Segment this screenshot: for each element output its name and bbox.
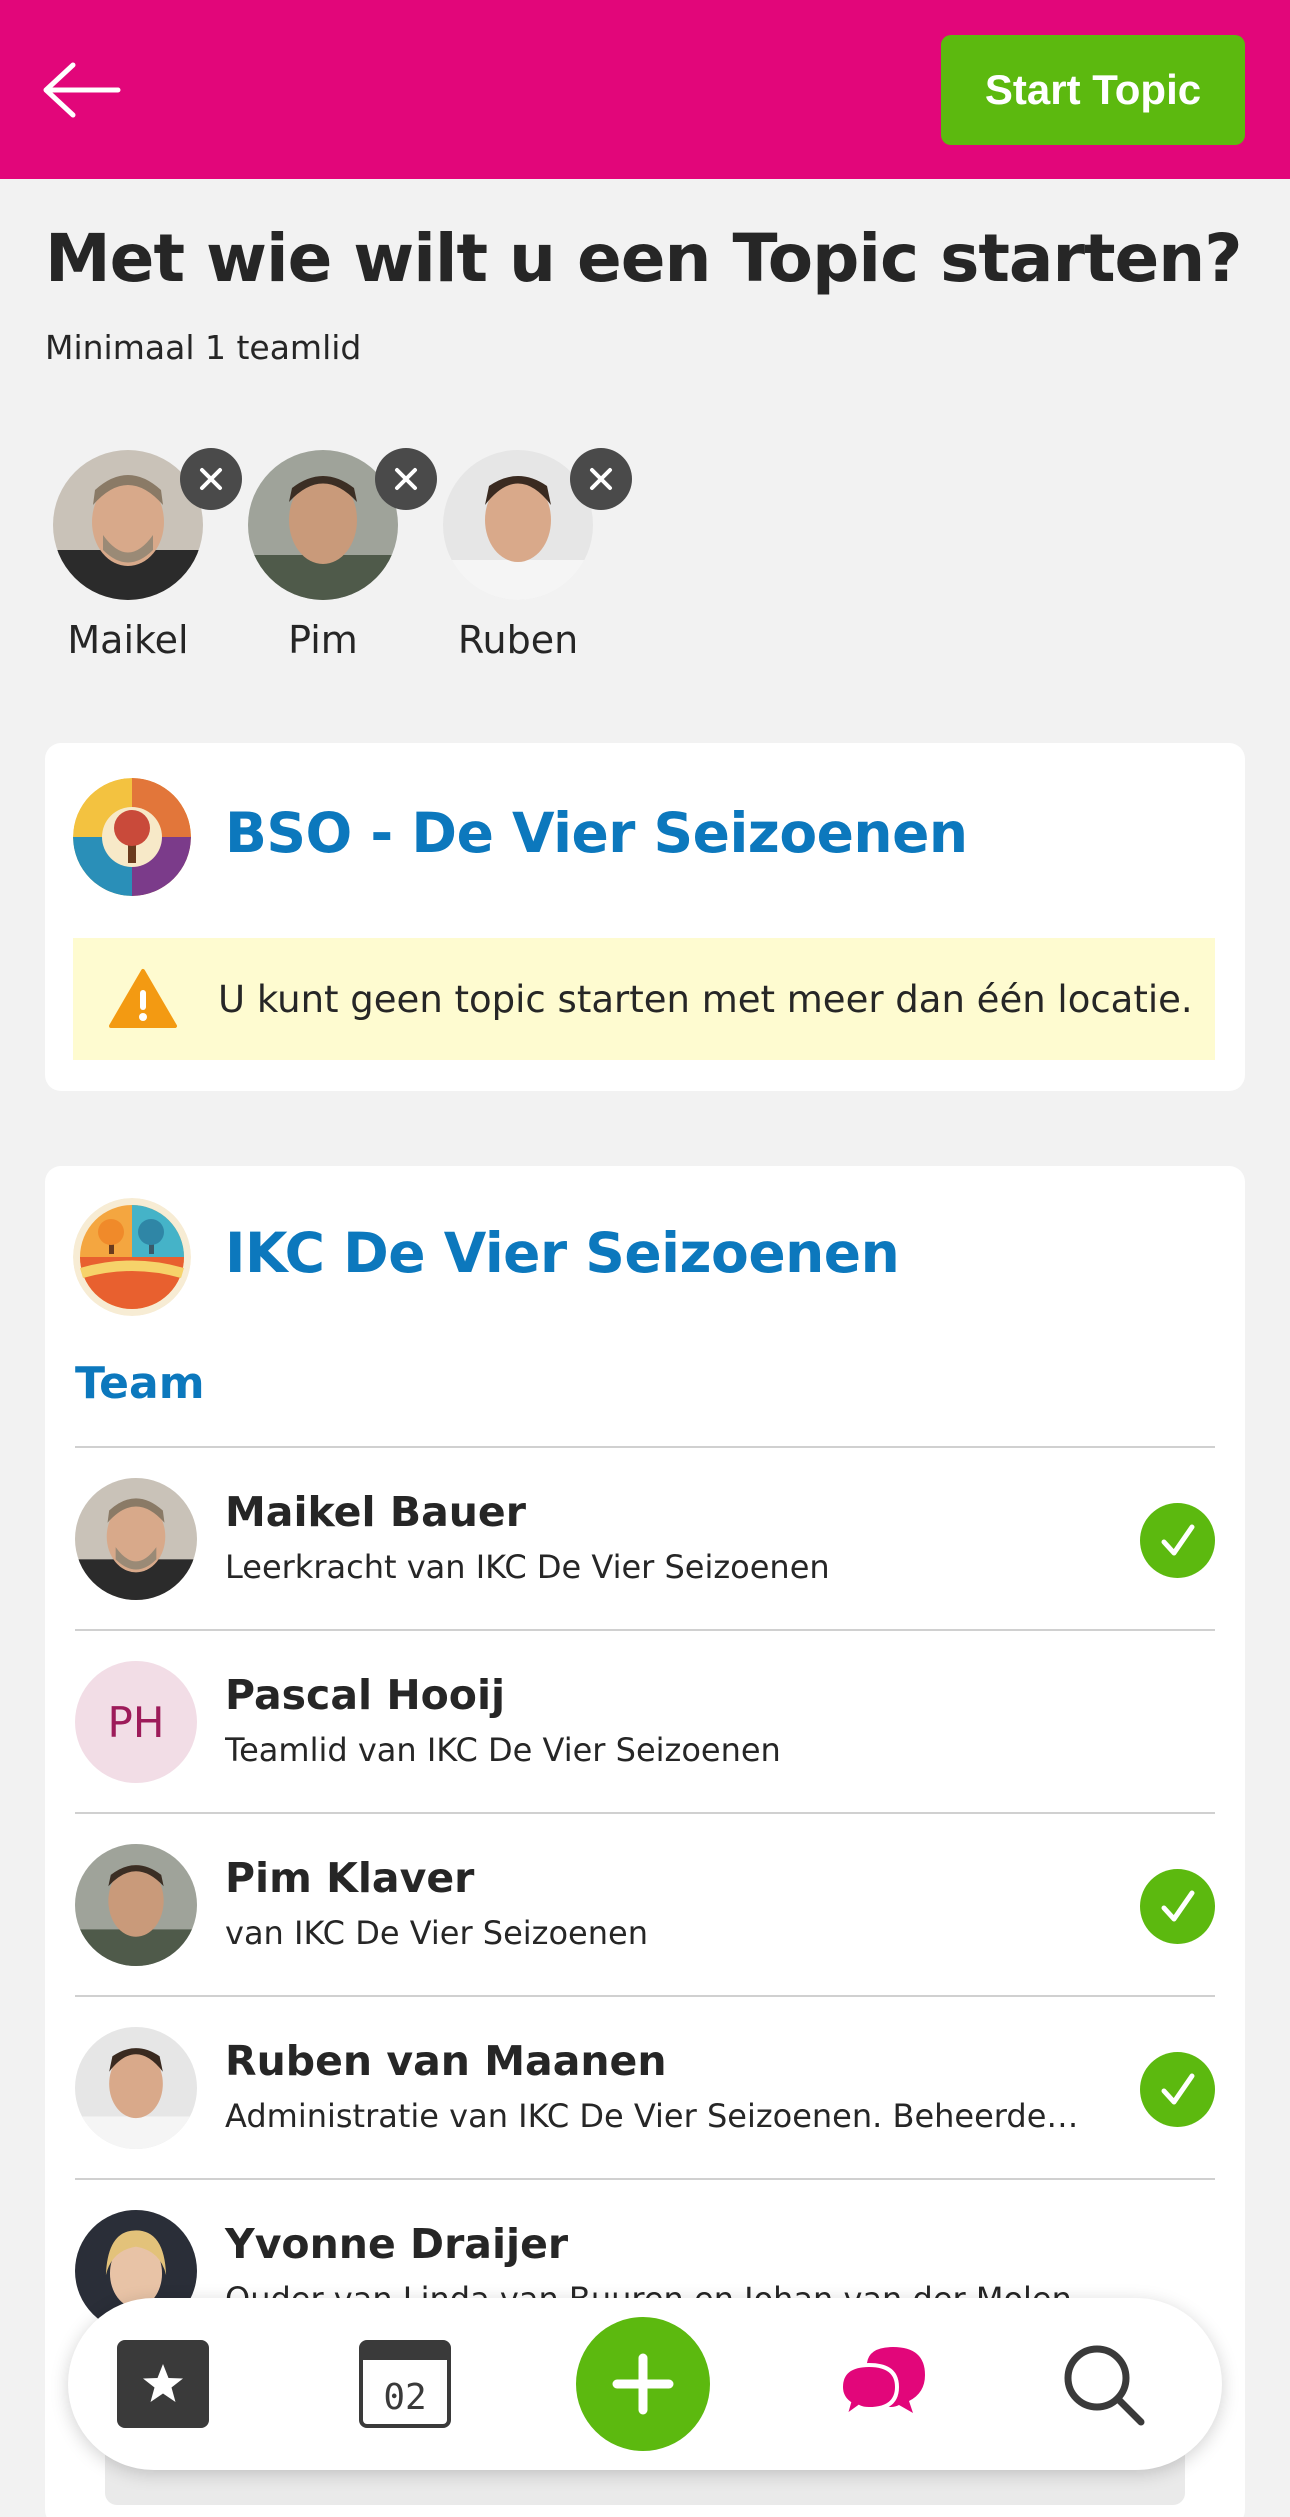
- member-name: Pascal Hooij: [225, 1671, 506, 1719]
- tab-chat[interactable]: [808, 2298, 958, 2470]
- checkmark-icon: [1161, 2073, 1194, 2104]
- member-name: Pim Klaver: [225, 1854, 475, 1902]
- chat-icon: [838, 2347, 925, 2422]
- warning-text: U kunt geen topic starten met meer dan é…: [218, 977, 1193, 1021]
- location-title: IKC De Vier Seizoenen: [225, 1221, 900, 1285]
- member-role: Teamlid van IKC De Vier Seizoenen: [225, 1731, 781, 1769]
- avatar-initials: PH: [75, 1661, 197, 1783]
- close-icon: [590, 468, 612, 490]
- calendar-day: 02: [383, 2377, 427, 2418]
- team-section-label: Team: [75, 1358, 205, 1409]
- member-row[interactable]: Ruben van Maanen Administratie van IKC D…: [75, 1997, 1215, 2180]
- member-name: Yvonne Draijer: [225, 2220, 569, 2268]
- location-card: BSO - De Vier Seizoenen U kunt geen topi…: [45, 743, 1245, 1091]
- member-role: Administratie van IKC De Vier Seizoenen.…: [225, 2097, 1085, 2135]
- selected-check: [1140, 1503, 1215, 1578]
- checkmark-icon: [1161, 1890, 1194, 1921]
- member-name: Ruben van Maanen: [225, 2037, 667, 2085]
- page-subtitle: Minimaal 1 teamlid: [45, 328, 362, 367]
- chip-name: Maikel: [67, 618, 189, 662]
- selected-check: [1140, 2052, 1215, 2127]
- warning-banner: U kunt geen topic starten met meer dan é…: [73, 938, 1215, 1060]
- checkmark-icon: [1161, 1524, 1194, 1555]
- bottom-tab-bar: 02: [68, 2298, 1222, 2470]
- tab-new-topic[interactable]: [568, 2298, 718, 2470]
- arrow-left-icon: [43, 62, 121, 118]
- remove-selected-button[interactable]: [570, 448, 632, 510]
- add-button[interactable]: [576, 2317, 710, 2451]
- avatar: [75, 1478, 197, 1600]
- member-role: van IKC De Vier Seizoenen: [225, 1914, 648, 1952]
- member-role: Leerkracht van IKC De Vier Seizoenen: [225, 1548, 830, 1586]
- member-row[interactable]: Pim Klaver van IKC De Vier Seizoenen: [75, 1814, 1215, 1997]
- location-logo: [73, 1198, 191, 1316]
- member-row[interactable]: PH Pascal Hooij Teamlid van IKC De Vier …: [75, 1631, 1215, 1814]
- calendar-icon: 02: [359, 2340, 451, 2428]
- location-title: BSO - De Vier Seizoenen: [225, 801, 968, 865]
- plus-icon: [612, 2353, 674, 2415]
- member-row[interactable]: Maikel Bauer Leerkracht van IKC De Vier …: [75, 1448, 1215, 1631]
- tab-search[interactable]: [1028, 2298, 1178, 2470]
- avatar: [75, 2027, 197, 2149]
- warning-icon: [109, 969, 177, 1028]
- remove-selected-button[interactable]: [375, 448, 437, 510]
- close-icon: [200, 468, 222, 490]
- back-button[interactable]: [38, 55, 128, 125]
- selected-check: [1140, 1869, 1215, 1944]
- location-logo: [73, 778, 191, 896]
- member-name: Maikel Bauer: [225, 1488, 526, 1536]
- chip-name: Pim: [288, 618, 358, 662]
- star-icon: [117, 2340, 209, 2428]
- start-topic-button[interactable]: Start Topic: [941, 35, 1245, 145]
- page-title: Met wie wilt u een Topic starten?: [45, 220, 1243, 297]
- close-icon: [395, 468, 417, 490]
- tab-calendar[interactable]: 02: [330, 2298, 480, 2470]
- search-icon: [1064, 2345, 1145, 2426]
- tab-favorites[interactable]: [88, 2298, 238, 2470]
- remove-selected-button[interactable]: [180, 448, 242, 510]
- top-bar: Start Topic: [0, 0, 1290, 179]
- chip-name: Ruben: [457, 618, 579, 662]
- avatar: [75, 1844, 197, 1966]
